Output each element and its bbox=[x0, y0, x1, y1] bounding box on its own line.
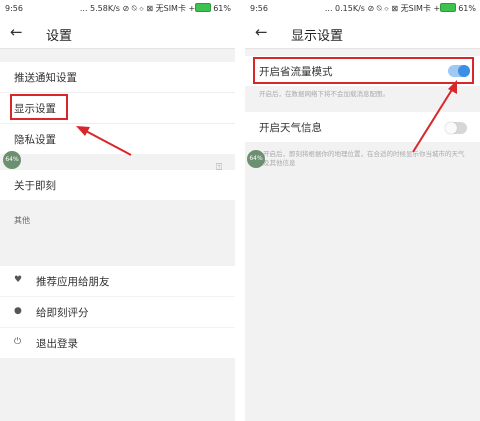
annotation-arrow-icon bbox=[412, 80, 457, 153]
annotation-arrow-icon bbox=[76, 126, 132, 156]
settings-screen: 9:56 ... 5.58K/s ⊘ ⍉ ⌔ ⊠ 无SIM卡 +61% ← 设置… bbox=[0, 0, 235, 421]
display-settings-screen: 9:56 ... 0.15K/s ⊘ ⍉ ⌔ ⊠ 无SIM卡 +61% ← 显示… bbox=[245, 0, 480, 421]
